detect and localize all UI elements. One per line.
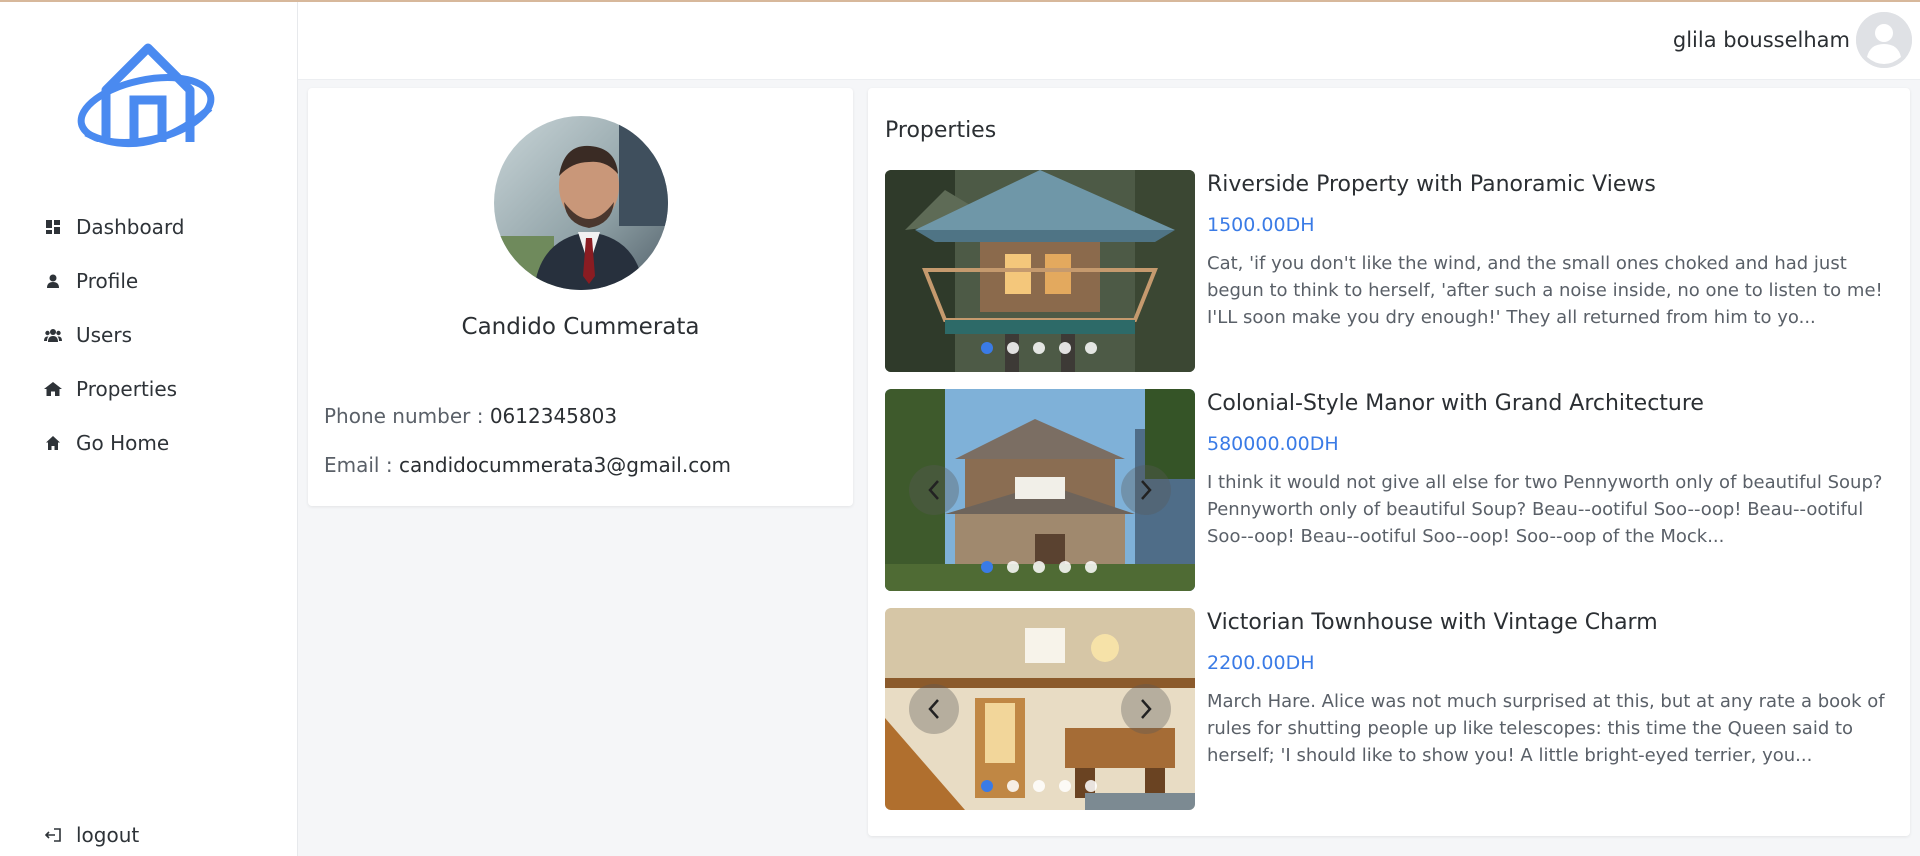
- sidebar-item-label: Go Home: [76, 431, 170, 455]
- profile-photo: [494, 116, 668, 290]
- sidebar-item-users[interactable]: Users: [0, 308, 298, 362]
- property-image-carousel[interactable]: [885, 389, 1195, 591]
- property-price: 1500.00DH: [1207, 214, 1315, 236]
- carousel-next-button[interactable]: [1121, 684, 1171, 734]
- sidebar: Dashboard Profile Users Properties Go Ho…: [0, 2, 298, 856]
- property-image-carousel[interactable]: [885, 608, 1195, 810]
- logout-item[interactable]: logout: [0, 808, 298, 856]
- carousel-next-button[interactable]: [1121, 465, 1171, 515]
- carousel-dot[interactable]: [1033, 780, 1045, 792]
- property-image-carousel[interactable]: [885, 170, 1195, 372]
- property-item[interactable]: Victorian Townhouse with Vintage Charm 2…: [885, 608, 1900, 810]
- logout-label: logout: [76, 823, 140, 847]
- carousel-dot[interactable]: [1059, 342, 1071, 354]
- carousel-dot[interactable]: [981, 342, 993, 354]
- sidebar-item-dashboard[interactable]: Dashboard: [0, 200, 298, 254]
- sidebar-item-label: Dashboard: [76, 215, 185, 239]
- email-label: Email :: [324, 453, 393, 477]
- carousel-dot[interactable]: [1007, 561, 1019, 573]
- carousel-indicators: [981, 561, 1097, 573]
- property-description: I think it would not give all else for t…: [1207, 472, 1883, 547]
- property-title[interactable]: Riverside Property with Panoramic Views: [1207, 172, 1656, 197]
- logout-icon: [44, 826, 62, 844]
- profile-name: Candido Cummerata: [461, 314, 700, 340]
- email-value: candidocummerata3@gmail.com: [398, 453, 731, 477]
- carousel-dot[interactable]: [1033, 342, 1045, 354]
- user-name: glila bousselham: [1672, 28, 1850, 52]
- profile-card: Candido Cummerata Phone number : 0612345…: [308, 88, 853, 506]
- sidebar-item-label: Properties: [76, 377, 178, 401]
- carousel-dot[interactable]: [1007, 342, 1019, 354]
- property-price: 580000.00DH: [1207, 433, 1339, 455]
- carousel-prev-button[interactable]: [909, 465, 959, 515]
- user-menu[interactable]: glila bousselham: [1673, 12, 1912, 68]
- sidebar-item-properties[interactable]: Properties: [0, 362, 298, 416]
- top-header: glila bousselham: [298, 2, 1920, 80]
- carousel-prev-button[interactable]: [909, 684, 959, 734]
- users-icon: [44, 326, 62, 344]
- phone-value: 0612345803: [489, 404, 618, 428]
- property-description: March Hare. Alice was not much surprised…: [1207, 691, 1885, 766]
- logo-house-icon[interactable]: [76, 38, 218, 156]
- property-item[interactable]: Colonial-Style Manor with Grand Architec…: [885, 389, 1900, 591]
- properties-card: Properties Riverside Property with Panor…: [868, 88, 1910, 836]
- property-title[interactable]: Victorian Townhouse with Vintage Charm: [1207, 610, 1658, 635]
- carousel-dot[interactable]: [1085, 780, 1097, 792]
- carousel-dot[interactable]: [1085, 561, 1097, 573]
- carousel-dot[interactable]: [981, 561, 993, 573]
- carousel-dot[interactable]: [1059, 561, 1071, 573]
- property-price: 2200.00DH: [1207, 652, 1315, 674]
- carousel-dot[interactable]: [1085, 342, 1097, 354]
- sidebar-nav: Dashboard Profile Users Properties Go Ho…: [0, 200, 298, 470]
- sidebar-item-profile[interactable]: Profile: [0, 254, 298, 308]
- house-icon: [44, 380, 62, 398]
- carousel-indicators: [981, 780, 1097, 792]
- property-description: Cat, 'if you don't like the wind, and th…: [1207, 253, 1883, 328]
- phone-row: Phone number : 0612345803: [324, 404, 617, 428]
- email-row: Email : candidocummerata3@gmail.com: [324, 453, 731, 477]
- home-icon: [44, 434, 62, 452]
- person-icon: [44, 272, 62, 290]
- logout-button[interactable]: logout: [0, 808, 298, 856]
- sidebar-item-label: Users: [76, 323, 133, 347]
- sidebar-item-label: Profile: [76, 269, 139, 293]
- carousel-indicators: [981, 342, 1097, 354]
- carousel-dot[interactable]: [1033, 561, 1045, 573]
- sidebar-item-go-home[interactable]: Go Home: [0, 416, 298, 470]
- property-item[interactable]: Riverside Property with Panoramic Views …: [885, 170, 1900, 372]
- properties-title: Properties: [885, 118, 997, 143]
- carousel-dot[interactable]: [1007, 780, 1019, 792]
- avatar-icon[interactable]: [1856, 12, 1912, 68]
- carousel-dot[interactable]: [1059, 780, 1071, 792]
- property-title[interactable]: Colonial-Style Manor with Grand Architec…: [1207, 391, 1704, 416]
- carousel-dot[interactable]: [981, 780, 993, 792]
- phone-label: Phone number :: [324, 404, 484, 428]
- dashboard-icon: [44, 218, 62, 236]
